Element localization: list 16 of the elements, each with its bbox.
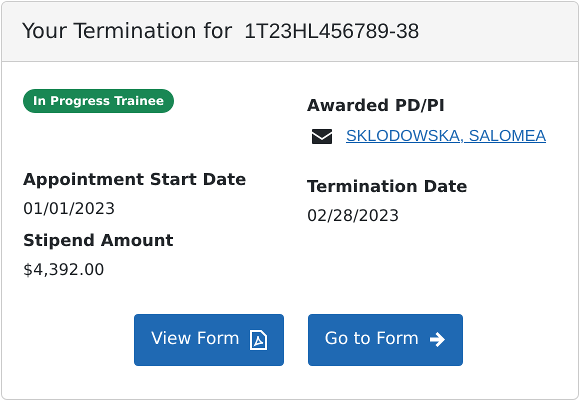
arrow-right-icon xyxy=(428,331,446,348)
field-label: Awarded PD/PI xyxy=(307,95,446,117)
status-badge: In Progress Trainee xyxy=(23,89,174,113)
field-value: 01/01/2023 xyxy=(23,198,116,220)
go-to-form-button[interactable]: Go to Form xyxy=(308,314,463,366)
field-label: Stipend Amount xyxy=(23,230,174,252)
field-value: 02/28/2023 xyxy=(307,204,400,226)
card-title: Your Termination for xyxy=(22,18,232,45)
field-value: $4,392.00 xyxy=(23,258,106,280)
view-form-button[interactable]: View Form xyxy=(134,314,284,366)
name-link[interactable]: SKLODOWSKA, SALOMEA xyxy=(346,124,546,149)
field-label: Termination Date xyxy=(307,176,468,198)
grant-number: 1T23HL456789-38 xyxy=(244,18,420,45)
envelope-icon xyxy=(312,129,332,144)
field-label: Appointment Start Date xyxy=(23,169,248,191)
pdf-file-icon xyxy=(250,330,267,350)
